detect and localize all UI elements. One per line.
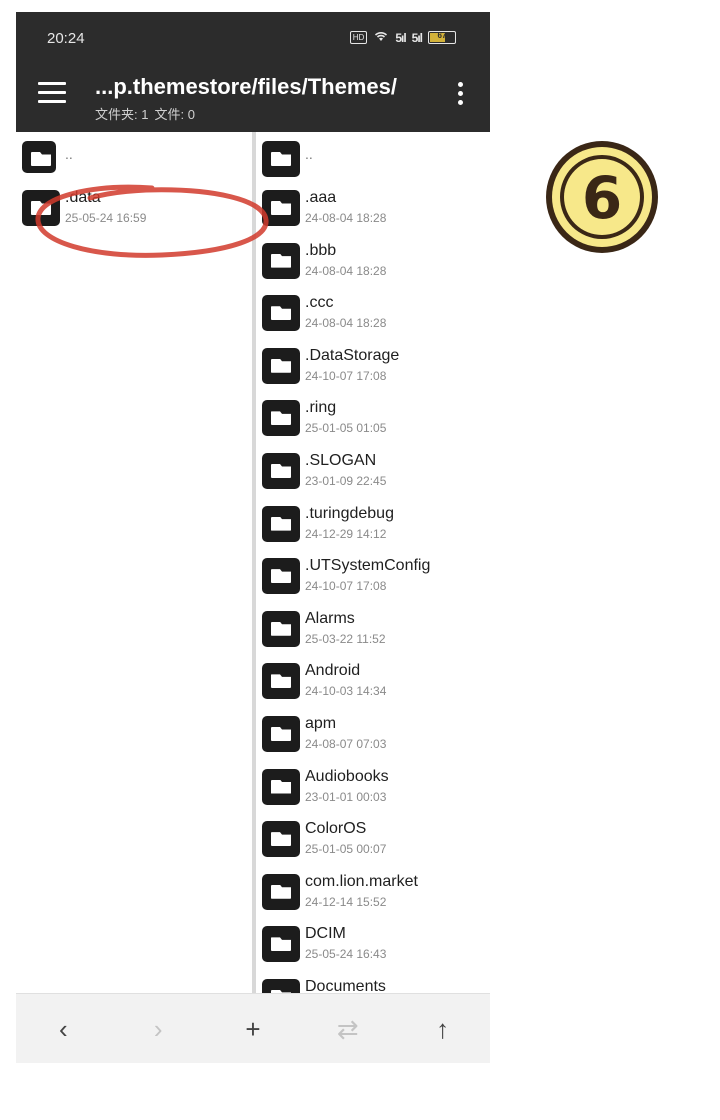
item-name: Documents bbox=[305, 977, 386, 993]
forward-icon[interactable]: › bbox=[128, 1004, 188, 1054]
add-icon[interactable]: + bbox=[223, 1004, 283, 1054]
list-item[interactable]: .aaa 24-08-04 18:28 bbox=[256, 179, 490, 232]
phone-screen: 20:24 HD 5ıl 5ıl 67 ...p.themestore/file… bbox=[16, 12, 490, 1063]
hd-icon: HD bbox=[349, 31, 368, 44]
folder-icon bbox=[262, 295, 300, 332]
list-item[interactable]: Android 24-10-03 14:34 bbox=[256, 652, 490, 705]
folder-icon bbox=[262, 141, 300, 177]
list-item[interactable]: ColorOS 25-01-05 00:07 bbox=[256, 810, 490, 863]
item-name: .UTSystemConfig bbox=[305, 557, 431, 575]
item-name: DCIM bbox=[305, 925, 346, 943]
item-date: 25-01-05 01:05 bbox=[305, 421, 387, 436]
more-vert-icon[interactable] bbox=[456, 82, 464, 110]
item-date: 24-08-07 07:03 bbox=[305, 736, 387, 751]
file-count: 文件: 0 bbox=[154, 107, 195, 122]
list-item[interactable]: Audiobooks 23-01-01 00:03 bbox=[256, 758, 490, 811]
folder-icon bbox=[262, 610, 300, 647]
list-item[interactable]: Alarms 25-03-22 11:52 bbox=[256, 600, 490, 653]
item-date: 24-08-04 18:28 bbox=[305, 263, 387, 278]
list-item-parent[interactable]: .. bbox=[16, 132, 252, 179]
folder-icon bbox=[262, 347, 300, 384]
step-number-badge: 6 bbox=[546, 141, 658, 253]
battery-icon: 67 bbox=[428, 31, 456, 44]
item-name: Alarms bbox=[305, 609, 355, 627]
item-date: 24-10-07 17:08 bbox=[305, 579, 387, 594]
list-item[interactable]: com.lion.market 24-12-14 15:52 bbox=[256, 863, 490, 916]
path-title: ...p.themestore/files/Themes/ bbox=[95, 74, 397, 99]
list-item[interactable]: .DataStorage 24-10-07 17:08 bbox=[256, 337, 490, 390]
item-date: 24-10-03 14:34 bbox=[305, 684, 387, 699]
list-item[interactable]: .ring 25-01-05 01:05 bbox=[256, 389, 490, 442]
item-date: 24-10-07 17:08 bbox=[305, 368, 387, 383]
item-name: .. bbox=[65, 146, 73, 162]
path-subtitle: 文件夹: 1 文件: 0 bbox=[95, 104, 195, 123]
item-date: 23-01-09 22:45 bbox=[305, 473, 387, 488]
item-date: 25-03-22 11:52 bbox=[305, 631, 386, 646]
list-item[interactable]: .bbb 24-08-04 18:28 bbox=[256, 232, 490, 285]
wifi-icon bbox=[373, 30, 389, 45]
item-name: Audiobooks bbox=[305, 767, 389, 785]
folder-icon bbox=[262, 768, 300, 805]
hamburger-menu-icon[interactable] bbox=[38, 82, 66, 104]
step-number: 6 bbox=[581, 164, 623, 232]
item-date: 25-05-24 16:43 bbox=[305, 947, 387, 962]
right-file-pane: .. .aaa 24-08-04 18:28 .bbb 24-08-04 18:… bbox=[256, 132, 490, 993]
item-name: .DataStorage bbox=[305, 346, 400, 364]
list-item[interactable]: .UTSystemConfig 24-10-07 17:08 bbox=[256, 547, 490, 600]
item-date: 25-01-05 00:07 bbox=[305, 842, 387, 857]
item-name: .aaa bbox=[305, 189, 337, 206]
folder-icon bbox=[262, 715, 300, 752]
list-item[interactable]: apm 24-08-07 07:03 bbox=[256, 705, 490, 758]
folder-icon bbox=[262, 505, 300, 542]
folder-icon bbox=[22, 141, 56, 173]
battery-level: 67 bbox=[437, 31, 447, 40]
item-name: com.lion.market bbox=[305, 872, 418, 890]
item-name: apm bbox=[305, 714, 337, 732]
item-date: 23-01-01 00:03 bbox=[305, 789, 387, 804]
status-icons: HD 5ıl 5ıl 67 bbox=[349, 30, 456, 45]
item-date: 24-12-14 15:52 bbox=[305, 894, 387, 909]
list-item[interactable]: .SLOGAN 23-01-09 22:45 bbox=[256, 442, 490, 495]
list-item[interactable]: .ccc 24-08-04 18:28 bbox=[256, 284, 490, 337]
folder-icon bbox=[262, 821, 300, 858]
swap-panes-icon[interactable]: ⇄ bbox=[318, 1004, 378, 1054]
item-name: Android bbox=[305, 662, 361, 680]
folder-icon bbox=[262, 926, 300, 963]
signal-icon: 5ıl bbox=[395, 30, 406, 45]
signal-icon: 5ıl bbox=[411, 30, 423, 45]
item-name: ColorOS bbox=[305, 820, 367, 838]
list-item[interactable]: DCIM 25-05-24 16:43 bbox=[256, 915, 490, 968]
folder-icon bbox=[262, 663, 300, 700]
bottom-toolbar: ‹ › + ⇄ ↑ bbox=[16, 993, 490, 1063]
folder-icon bbox=[262, 978, 300, 993]
folder-icon bbox=[262, 452, 300, 489]
back-icon[interactable]: ‹ bbox=[33, 1004, 93, 1054]
app-bar: 20:24 HD 5ıl 5ıl 67 ...p.themestore/file… bbox=[16, 12, 490, 132]
folder-icon bbox=[262, 400, 300, 437]
list-item[interactable]: Documents bbox=[256, 968, 490, 993]
highlight-circle-annotation bbox=[35, 184, 269, 258]
list-item[interactable]: .turingdebug 24-12-29 14:12 bbox=[256, 495, 490, 548]
item-name: .ring bbox=[305, 399, 337, 417]
item-date: 24-12-29 14:12 bbox=[305, 526, 387, 541]
item-name: .. bbox=[305, 146, 313, 162]
up-arrow-icon[interactable]: ↑ bbox=[413, 1004, 473, 1054]
folder-count: 文件夹: 1 bbox=[95, 107, 149, 122]
list-item-parent[interactable]: .. bbox=[256, 132, 490, 179]
item-name: .turingdebug bbox=[305, 504, 394, 522]
status-time: 20:24 bbox=[47, 30, 85, 47]
item-date: 24-08-04 18:28 bbox=[305, 316, 387, 331]
folder-icon bbox=[262, 558, 300, 595]
item-name: .bbb bbox=[305, 241, 337, 259]
folder-icon bbox=[262, 873, 300, 910]
item-name: .ccc bbox=[305, 294, 334, 312]
item-name: .SLOGAN bbox=[305, 451, 377, 469]
item-date: 24-08-04 18:28 bbox=[305, 211, 387, 225]
